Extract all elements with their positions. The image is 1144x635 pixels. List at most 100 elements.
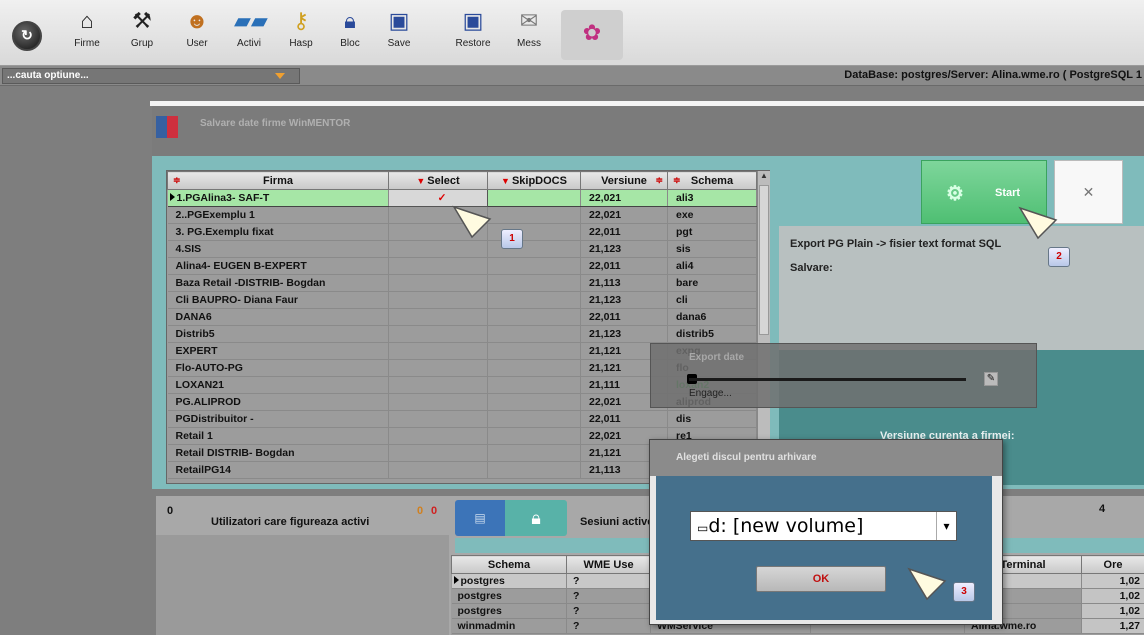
column-schema[interactable]: Schema <box>451 555 567 574</box>
drive-icon: ▭ <box>697 521 709 535</box>
select-cell[interactable] <box>388 393 488 411</box>
select-cell[interactable] <box>388 291 488 309</box>
skipdocs-cell[interactable] <box>487 461 581 479</box>
skipdocs-cell[interactable] <box>487 206 581 224</box>
versiune-cell: 22,011 <box>580 410 668 428</box>
wme-user-cell: ? <box>566 588 651 604</box>
chevron-down-icon[interactable] <box>275 73 285 79</box>
toolbar-restore-button[interactable]: ▣ Restore <box>448 6 498 64</box>
chevron-down-icon[interactable]: ▾ <box>936 512 956 540</box>
select-cell[interactable] <box>388 257 488 275</box>
table-row[interactable]: PGDistribuitor - 22,011 dis <box>167 410 757 428</box>
skipdocs-cell[interactable] <box>487 410 581 428</box>
column-ore[interactable]: Ore <box>1081 555 1144 574</box>
tools-icon: ⚒ <box>132 8 152 33</box>
app-logo-icon <box>156 116 178 138</box>
scroll-up-icon[interactable]: ▲ <box>759 171 769 183</box>
clock-icon[interactable]: ↻ <box>12 21 42 51</box>
table-row[interactable]: Baza Retail -DISTRIB- Bogdan 21,113 bare <box>167 274 757 292</box>
toolbar-mess-button[interactable]: ✉ Mess <box>504 6 554 64</box>
schema-cell: postgres <box>451 603 567 619</box>
select-cell[interactable] <box>388 308 488 326</box>
sessions-icon: ▤ <box>474 511 486 525</box>
versiune-cell: 22,011 <box>580 257 668 275</box>
skipdocs-cell[interactable] <box>487 189 581 207</box>
toolbar-activi-button[interactable]: ▰▰ Activi <box>224 6 274 64</box>
skipdocs-cell[interactable] <box>487 274 581 292</box>
export-info: Export PG Plain -> fisier text format SQ… <box>779 226 1144 350</box>
edit-icon[interactable]: ✎ <box>984 372 998 386</box>
schema-cell: sis <box>667 240 757 258</box>
select-cell[interactable] <box>388 461 488 479</box>
users-icon: ☻ <box>185 8 209 33</box>
firma-cell: LOXAN21 <box>167 376 389 394</box>
sessions-toggle-button[interactable]: ▤ <box>455 500 505 536</box>
main-toolbar: ↻ ⌂ Firme ⚒ Grup ☻ User ▰▰ Activi ⚷ Hasp 🔒︎ Bl… <box>0 0 1144 66</box>
lock-sessions-button[interactable]: 🔒︎ <box>505 500 567 536</box>
skipdocs-cell[interactable] <box>487 291 581 309</box>
skipdocs-cell[interactable] <box>487 325 581 343</box>
firma-cell: 4.SIS <box>167 240 389 258</box>
skipdocs-cell[interactable] <box>487 342 581 360</box>
skipdocs-cell[interactable] <box>487 359 581 377</box>
search-input[interactable]: ...cauta optiune... <box>2 68 300 84</box>
table-row[interactable]: DANA6 22,011 dana6 <box>167 308 757 326</box>
column-firma[interactable]: ≑ Firma <box>167 171 389 190</box>
ok-button[interactable]: OK <box>756 566 886 592</box>
grid-scrollbar[interactable]: ▲ <box>757 171 770 484</box>
table-row[interactable]: Cli BAUPRO- Diana Faur 21,123 cli <box>167 291 757 309</box>
toolbar-firme-button[interactable]: ⌂ Firme <box>62 6 112 64</box>
save-path-label: Salvare: <box>790 262 833 274</box>
wme-user-cell: ? <box>566 573 651 589</box>
select-cell[interactable] <box>388 376 488 394</box>
column-schema[interactable]: ≑ Schema <box>667 171 757 190</box>
table-row[interactable]: 4.SIS 21,123 sis <box>167 240 757 258</box>
select-cell[interactable] <box>388 325 488 343</box>
column-versiune[interactable]: ≑ Versiune <box>580 171 668 190</box>
toolbar-hasp-button[interactable]: ⚷ Hasp <box>276 6 326 64</box>
palette-icon: ✿ <box>582 20 602 45</box>
select-cell[interactable] <box>388 427 488 445</box>
select-cell[interactable] <box>388 342 488 360</box>
ore-cell: 1,02 <box>1081 588 1144 604</box>
schema-cell: ali4 <box>667 257 757 275</box>
scroll-thumb[interactable] <box>759 185 769 335</box>
versiune-cell: 22,021 <box>580 206 668 224</box>
column-select[interactable]: ▼ Select <box>388 171 488 190</box>
column-wme-user[interactable]: WME Use <box>566 555 651 574</box>
pointer-arrow-icon <box>452 205 492 239</box>
schema-cell: distrib5 <box>667 325 757 343</box>
skipdocs-cell[interactable] <box>487 376 581 394</box>
select-cell[interactable] <box>388 359 488 377</box>
select-cell[interactable] <box>388 410 488 428</box>
message-icon: ✉ <box>519 8 539 33</box>
skipdocs-cell[interactable] <box>487 257 581 275</box>
progress-status: Engage... <box>689 388 732 399</box>
table-row[interactable]: 1.PGAlina3- SAF-T ✓ 22,021 ali3 <box>167 189 757 207</box>
wme-user-cell: ? <box>566 603 651 619</box>
close-button[interactable]: ✕ <box>1054 160 1123 224</box>
schema-cell: winmadmin <box>451 618 567 634</box>
versiune-cell: 21,123 <box>580 325 668 343</box>
select-cell[interactable] <box>388 240 488 258</box>
skipdocs-cell[interactable] <box>487 444 581 462</box>
sort-icon: ≑ <box>673 175 681 185</box>
select-cell[interactable] <box>388 274 488 292</box>
skipdocs-cell[interactable] <box>487 308 581 326</box>
drive-select-dialog: Alegeti discul pentru arhivare ▭d: [new … <box>649 439 1003 625</box>
toolbar-grup-button[interactable]: ⚒ Grup <box>117 6 167 64</box>
toolbar-save-button[interactable]: ▣ Save <box>374 6 424 64</box>
step-badge-2: 2 <box>1048 247 1070 267</box>
toolbar-user-button[interactable]: ☻ User <box>172 6 222 64</box>
table-row[interactable]: Alina4- EUGEN B-EXPERT 22,011 ali4 <box>167 257 757 275</box>
skipdocs-cell[interactable] <box>487 393 581 411</box>
toolbar-bloc-button[interactable]: 🔒︎ Bloc <box>325 6 375 64</box>
restore-icon: ▣ <box>462 8 484 33</box>
column-skipdocs[interactable]: ▼ SkipDOCS <box>487 171 581 190</box>
toolbar-palette-button[interactable]: ✿ <box>561 10 623 60</box>
select-cell[interactable]: ✓ <box>388 189 488 207</box>
select-cell[interactable] <box>388 444 488 462</box>
drive-select[interactable]: ▭d: [new volume] ▾ <box>690 511 957 541</box>
table-row[interactable]: Distrib5 21,123 distrib5 <box>167 325 757 343</box>
skipdocs-cell[interactable] <box>487 427 581 445</box>
